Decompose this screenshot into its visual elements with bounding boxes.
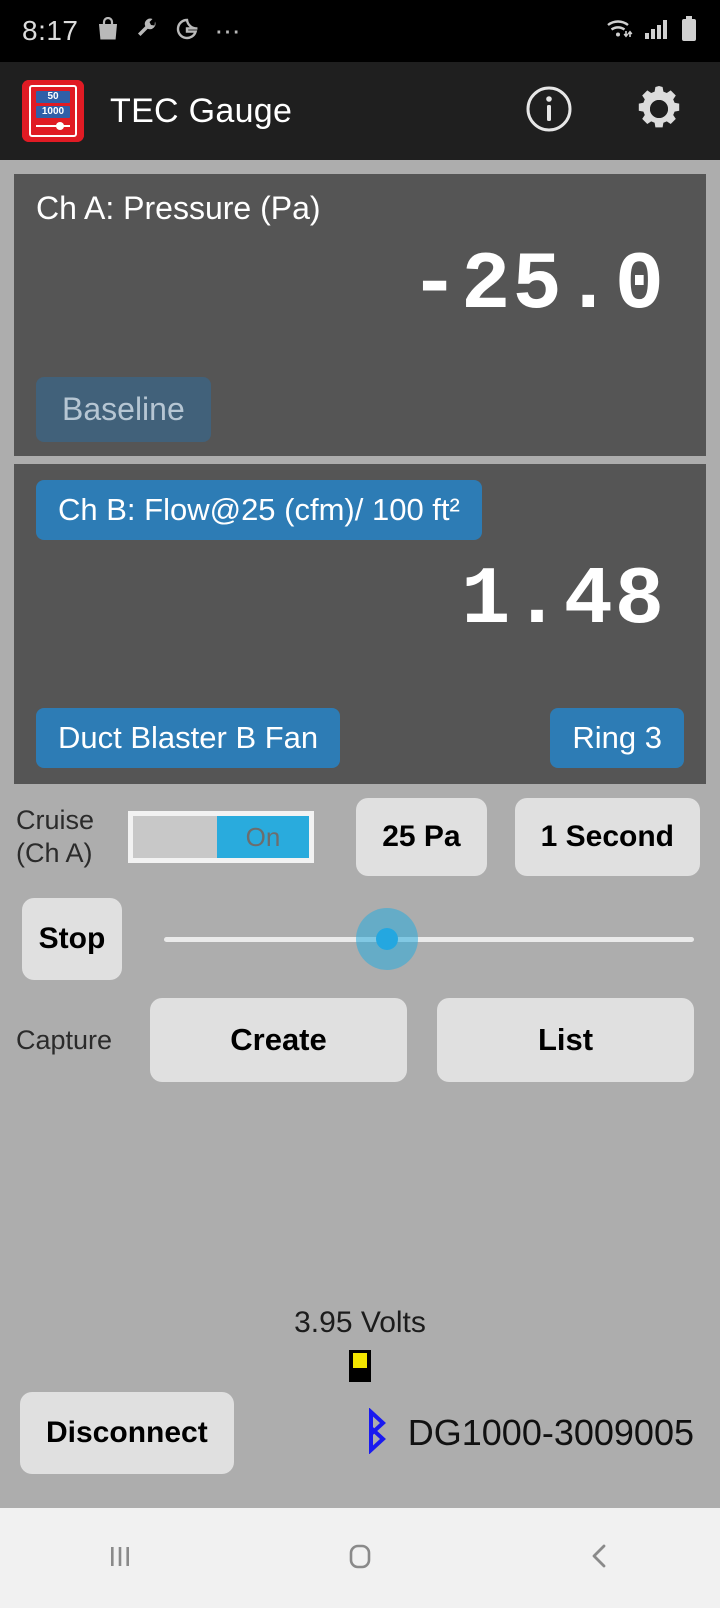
- android-nav-bar: [0, 1508, 720, 1608]
- info-icon[interactable]: [524, 84, 574, 139]
- wrench-icon: [135, 17, 159, 46]
- cruise-control-row: Cruise (Ch A) On 25 Pa 1 Second: [0, 784, 720, 876]
- channel-a-baseline-wrap: Baseline: [36, 377, 211, 442]
- app-icon-bottom-value: 1000: [36, 106, 70, 118]
- cruise-label: Cruise (Ch A): [16, 804, 116, 870]
- channel-b-panel: Ch B: Flow@25 (cfm)/ 100 ft² 1.48 Duct B…: [14, 464, 706, 784]
- recents-icon[interactable]: [100, 1536, 140, 1581]
- app-icon-top-value: 50: [36, 91, 70, 103]
- slider-track[interactable]: [164, 936, 694, 942]
- cruise-label-line2: (Ch A): [16, 838, 93, 868]
- capture-label: Capture: [16, 1024, 113, 1055]
- google-g-icon: [175, 17, 199, 46]
- shopping-bag-icon: [97, 16, 119, 46]
- slider-thumb[interactable]: [375, 928, 398, 950]
- capture-row: Capture Create List: [0, 980, 720, 1082]
- status-system-icons: [604, 15, 698, 47]
- cruise-label-line1: Cruise: [16, 805, 95, 835]
- fan-speed-slider[interactable]: [164, 898, 694, 980]
- page-title: TEC Gauge: [110, 91, 293, 130]
- wifi-icon: [604, 17, 634, 46]
- tec-gauge-app-icon: 50 1000: [22, 80, 84, 142]
- connected-device: DG1000-3009005: [360, 1406, 700, 1459]
- target-pressure-button[interactable]: 25 Pa: [356, 798, 487, 876]
- status-time: 8:17: [22, 15, 79, 46]
- channel-b-config-button[interactable]: Ch B: Flow@25 (cfm)/ 100 ft²: [36, 480, 482, 540]
- channel-b-value: 1.48: [461, 554, 666, 647]
- stop-button[interactable]: Stop: [22, 898, 122, 980]
- back-icon[interactable]: [580, 1536, 620, 1581]
- status-notification-icons: ⋯: [97, 16, 243, 46]
- interval-button[interactable]: 1 Second: [514, 798, 700, 876]
- fan-select-button[interactable]: Duct Blaster B Fan: [36, 708, 341, 768]
- baseline-button[interactable]: Baseline: [36, 377, 211, 442]
- device-footer: 3.95 Volts Disconnect DG1000-3009005: [0, 1288, 720, 1508]
- device-battery-fill: [353, 1353, 367, 1368]
- disconnect-button[interactable]: Disconnect: [20, 1392, 234, 1474]
- cruise-toggle[interactable]: On: [128, 811, 314, 863]
- channel-a-label: Ch A: Pressure (Pa): [36, 190, 321, 226]
- home-icon[interactable]: [340, 1536, 380, 1581]
- channel-a-panel: Ch A: Pressure (Pa) -25.0 Baseline: [14, 174, 706, 456]
- app-bar-actions: [524, 82, 698, 141]
- create-button[interactable]: Create: [150, 998, 407, 1082]
- list-button[interactable]: List: [437, 998, 694, 1082]
- bluetooth-icon: [360, 1406, 394, 1459]
- device-name: DG1000-3009005: [407, 1412, 694, 1453]
- channel-b-label-wrap: Ch B: Flow@25 (cfm)/ 100 ft²: [36, 480, 684, 540]
- status-bar: 8:17 ⋯: [0, 0, 720, 62]
- channel-b-options-row: Duct Blaster B Fan Ring 3: [36, 708, 684, 768]
- main-content: Ch A: Pressure (Pa) -25.0 Baseline Ch B:…: [0, 174, 720, 1508]
- fan-speed-row: Stop: [0, 876, 720, 980]
- cellular-signal-icon: [644, 17, 670, 46]
- app-bar: 50 1000 TEC Gauge: [0, 62, 720, 160]
- app-icon-slider-graphic: [36, 122, 70, 130]
- overflow-dots-icon: ⋯: [214, 16, 243, 46]
- footer-bottom-row: Disconnect DG1000-3009005: [0, 1392, 720, 1474]
- channel-a-value: -25.0: [409, 239, 666, 332]
- battery-icon: [680, 15, 698, 47]
- device-voltage: 3.95 Volts: [294, 1306, 426, 1339]
- cruise-settings-buttons: 25 Pa 1 Second: [356, 798, 704, 876]
- device-battery-icon: [349, 1350, 371, 1382]
- ring-select-button[interactable]: Ring 3: [550, 708, 684, 768]
- gear-icon[interactable]: [632, 82, 686, 141]
- cruise-toggle-state[interactable]: On: [217, 816, 309, 858]
